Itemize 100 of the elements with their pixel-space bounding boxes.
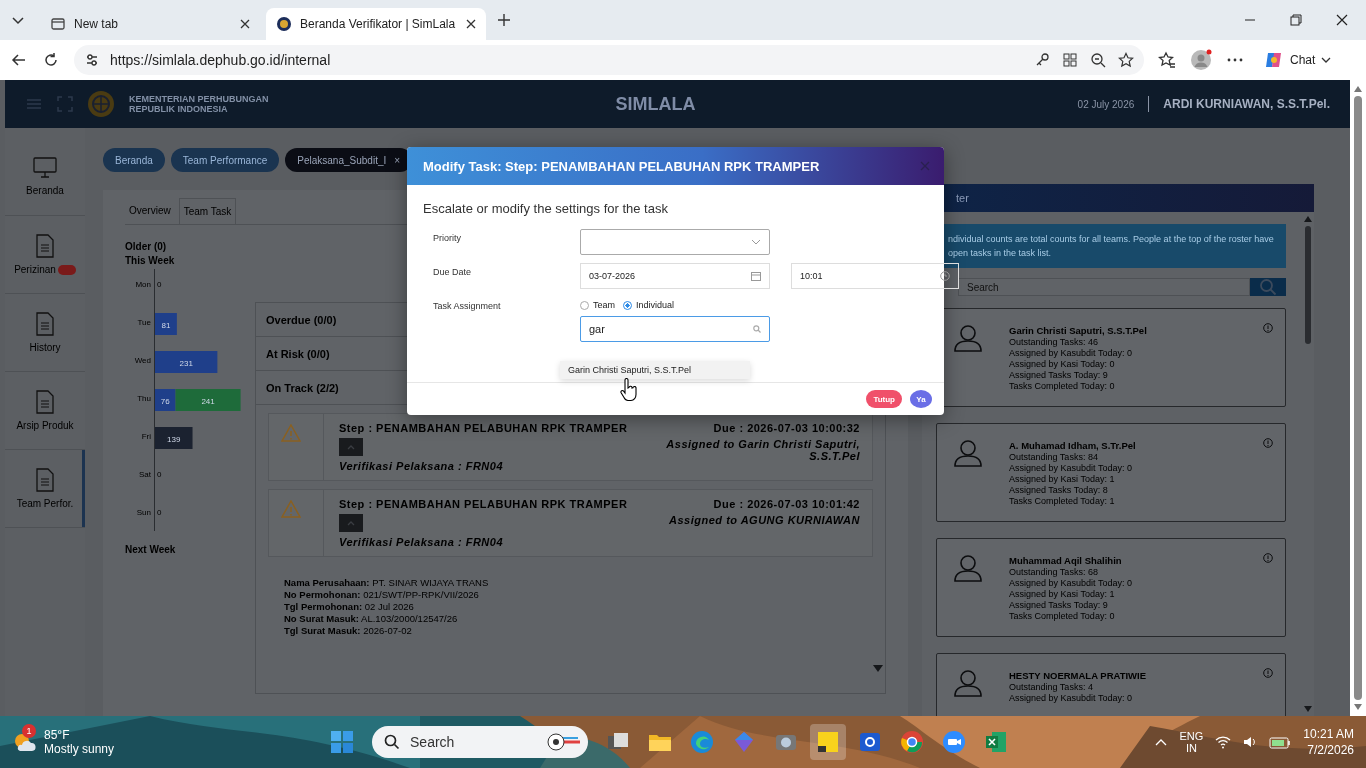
user-name[interactable]: ARDI KURNIAWAN, S.S.T.Pel.	[1163, 97, 1330, 111]
person-stat: Assigned Tasks Today: 9	[1009, 600, 1109, 611]
person-icon	[953, 438, 983, 468]
detail-line: Tgl Permohonan: 02 Jul 2026	[284, 601, 415, 612]
site-info-icon[interactable]	[84, 52, 100, 68]
profile-avatar-icon[interactable]	[1190, 49, 1212, 71]
page-scrollbar[interactable]	[1350, 80, 1366, 716]
person-icon	[953, 668, 983, 698]
search-field[interactable]: Search	[958, 278, 1250, 296]
task-due: Due : 2026-07-03 10:00:32	[713, 422, 860, 434]
browser-icon[interactable]	[900, 730, 925, 754]
person-stat: Tasks Completed Today: 0	[1009, 381, 1116, 392]
scroll-down-icon[interactable]	[1354, 704, 1362, 710]
person-stat: Assigned by Kasubdit Today: 0	[1009, 693, 1133, 704]
restore-icon[interactable]	[1290, 14, 1302, 26]
temperature: 85°F	[44, 728, 71, 742]
close-icon[interactable]	[240, 19, 250, 29]
meeting-app-icon[interactable]	[942, 730, 967, 754]
key-icon[interactable]	[1034, 52, 1050, 68]
detail-line: Nama Perusahaan: PT. SINAR WIJAYA TRANS	[284, 577, 490, 588]
close-icon[interactable]	[466, 19, 476, 29]
axis-label: Wed	[134, 356, 151, 365]
speaker-icon[interactable]	[1243, 735, 1258, 749]
assignee-search-field[interactable]: gar	[580, 316, 770, 342]
person-icon	[953, 553, 983, 583]
person-stat: Outstanding Tasks: 46	[1009, 337, 1099, 348]
roster-card[interactable]: A. Muhamad Idham, S.Tr.Pel Outstanding Tasks: 84 Assigned by Kasubdit Today: 0 Assigned by Kasi Today: 1 Assigned Tasks Today: 8 Tasks Completed Today: 1	[936, 423, 1286, 522]
scroll-down-icon[interactable]	[873, 665, 883, 673]
search-icon	[384, 734, 401, 750]
document-icon	[35, 312, 55, 336]
tab-title: Beranda Verifikator | SimLala	[300, 17, 457, 31]
search-icon	[1259, 278, 1277, 296]
app-title: SIMLALA	[615, 93, 696, 115]
info-icon[interactable]	[1263, 323, 1273, 333]
task-item[interactable]: Step : PENAMBAHAN PELABUHAN RPK TRAMPER Verifikasi Pelaksana : FRN04 Due : 2026-07-03 10:00:32 Assigned to Garin Christi Saputri, S.S.T.Pel	[268, 413, 873, 481]
site-logo-icon	[276, 16, 292, 32]
favorites-icon[interactable]	[1158, 51, 1176, 69]
battery-icon[interactable]	[1269, 735, 1292, 749]
breadcrumb-tab[interactable]: Beranda	[103, 148, 165, 172]
chevron-up-icon[interactable]	[1155, 738, 1168, 746]
axis-label: Fri	[141, 432, 151, 441]
close-tab-icon[interactable]: ×	[394, 154, 401, 166]
screen-capture-icon[interactable]	[858, 730, 883, 754]
chat-button[interactable]: Chat	[1258, 46, 1338, 74]
clock[interactable]: 10:21 AM 7/2/2026	[1303, 726, 1354, 758]
language-indicator[interactable]: ENG IN	[1179, 730, 1204, 754]
apps-icon[interactable]	[1062, 52, 1078, 68]
data-label: 241	[201, 397, 215, 406]
roster-card[interactable]: HESTY NOERMALA PRATIWIE Outstanding Tasks: 4 Assigned by Kasubdit Today: 0	[936, 653, 1286, 716]
weather-condition: Mostly sunny	[44, 742, 115, 756]
start-icon[interactable]	[330, 730, 355, 754]
radio-option[interactable]: Team	[580, 300, 615, 310]
taskbar-app-button[interactable]	[810, 724, 847, 760]
ball-icon	[546, 732, 581, 752]
date-field[interactable]: 03-07-2026	[580, 263, 770, 289]
warning-icon	[281, 500, 301, 518]
browser-tab[interactable]: Beranda Verifikator | SimLala	[266, 8, 486, 40]
detail-line: No Surat Masuk: AL.103/2000/12547/26	[284, 613, 459, 624]
suggestion-item[interactable]: Garin Christi Saputri, S.S.T.Pel	[560, 361, 750, 379]
spreadsheet-icon[interactable]	[984, 730, 1009, 754]
scroll-up-icon[interactable]	[1304, 216, 1312, 222]
calendar-icon	[751, 271, 761, 281]
radio-button[interactable]	[623, 300, 632, 310]
task-item[interactable]: Step : PENAMBAHAN PELABUHAN RPK TRAMPER Verifikasi Pelaksana : FRN04 Due : 2026-07-03 10:01:42 Assigned to AGUNG KURNIAWAN	[268, 489, 873, 557]
close-icon[interactable]	[1336, 14, 1348, 26]
taskbar-search-field[interactable]: Search	[372, 726, 589, 758]
document-icon	[35, 234, 55, 258]
reload-icon[interactable]	[42, 51, 60, 69]
confirm-button[interactable]: Ya	[910, 390, 932, 408]
field-label: Task Assignment	[433, 300, 502, 313]
task-step: Step : PENAMBAHAN PELABUHAN RPK TRAMPER	[339, 422, 650, 434]
info-icon[interactable]	[1263, 668, 1273, 678]
person-name: A. Muhamad Idham, S.Tr.Pel	[1009, 440, 1137, 451]
star-icon[interactable]	[1118, 52, 1134, 68]
priority-dropdown[interactable]	[580, 229, 770, 255]
person-stat: Tasks Completed Today: 0	[1009, 611, 1116, 622]
address-field[interactable]: https://simlala.dephub.go.id/internal	[74, 45, 1144, 75]
ministry-logo-icon	[87, 90, 115, 118]
radio-option[interactable]: Individual	[623, 300, 675, 310]
info-icon[interactable]	[1263, 438, 1273, 448]
wifi-icon[interactable]	[1215, 735, 1232, 749]
new-tab-icon[interactable]	[496, 12, 512, 28]
hand-cursor-icon	[620, 378, 638, 402]
breadcrumb-tab[interactable]: Team Performance	[170, 148, 280, 172]
week-label: This Week	[125, 255, 176, 266]
browser-tab[interactable]: New tab	[40, 8, 260, 40]
person-stat: Assigned by Kasubdit Today: 0	[1009, 348, 1133, 359]
dialog-subtitle: Escalate or modify the settings for the task	[423, 201, 669, 216]
task-due: Due : 2026-07-03 10:01:42	[713, 498, 860, 510]
zoom-out-icon[interactable]	[1090, 52, 1106, 68]
field-label: Due Date	[433, 266, 473, 279]
monitor-icon	[33, 157, 57, 179]
scroll-up-icon[interactable]	[1354, 86, 1362, 92]
browser-icon[interactable]	[690, 730, 715, 754]
scroll-down-icon[interactable]	[1304, 706, 1312, 712]
time-field[interactable]: 10:01	[791, 263, 959, 289]
person-icon	[953, 323, 983, 353]
info-icon[interactable]	[1263, 553, 1273, 563]
roster-card[interactable]: Muhammad Aqil Shalihin Outstanding Tasks: 68 Assigned by Kasubdit Today: 0 Assigned by Kasi Today: 1 Assigned Tasks Today: 9 Tasks Completed Today: 0	[936, 538, 1286, 637]
data-label: 76	[160, 397, 170, 406]
